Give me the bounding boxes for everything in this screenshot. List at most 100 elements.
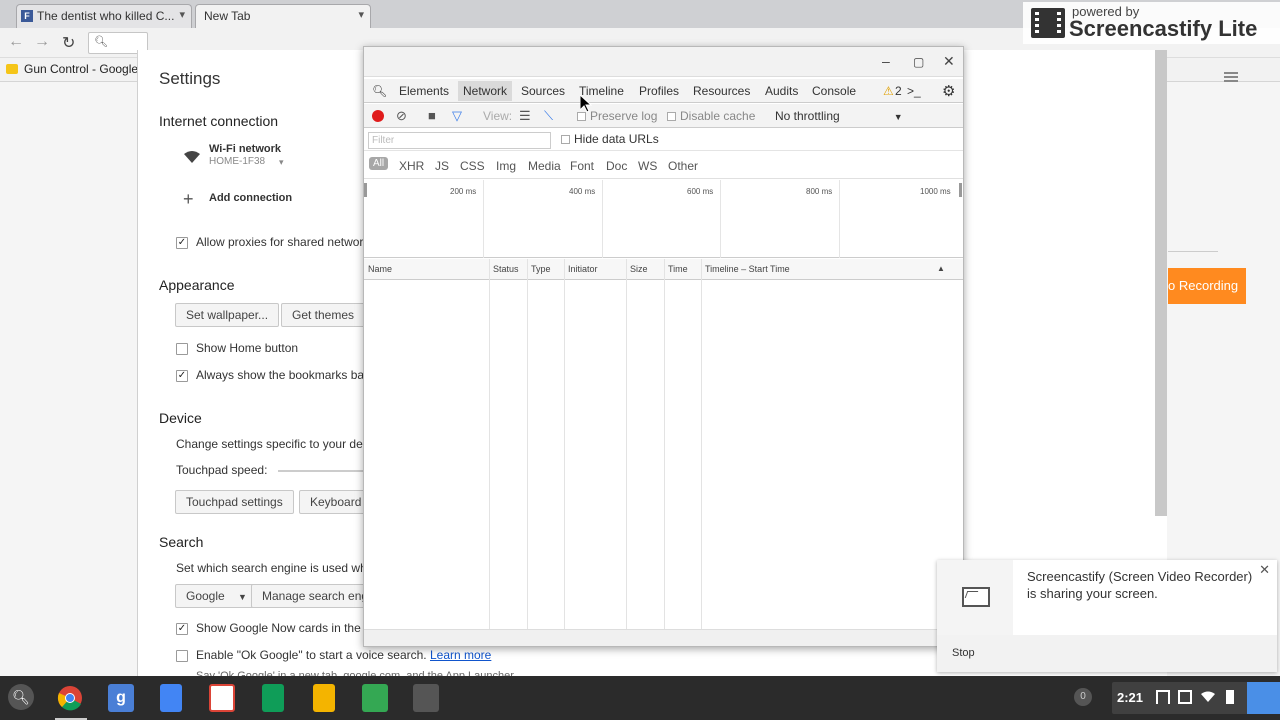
manage-search-engines-button[interactable]: Manage search eng — [251, 584, 380, 608]
add-connection-link[interactable]: Add connection — [209, 192, 292, 204]
column-divider — [701, 259, 702, 629]
large-rows-icon[interactable]: ☰ — [519, 108, 531, 124]
recording-button[interactable]: o Recording — [1168, 268, 1246, 304]
bookmark-item[interactable]: Gun Control - Google — [6, 62, 138, 76]
filter-doc[interactable]: Doc — [606, 159, 627, 173]
overview-tick: 800 ms — [806, 187, 833, 196]
tab-elements[interactable]: Elements — [399, 84, 449, 98]
back-arrow-icon[interactable]: ← — [8, 33, 24, 51]
overview-icon[interactable]: ⟍ — [544, 108, 553, 124]
filter-font[interactable]: Font — [570, 159, 594, 173]
column-status[interactable]: Status — [493, 264, 519, 274]
proxies-label: Allow proxies for shared networ — [196, 235, 364, 249]
network-overview[interactable]: 200 ms 400 ms 600 ms 800 ms 1000 ms — [364, 180, 963, 258]
reload-icon[interactable]: ↻ — [62, 33, 75, 53]
show-home-checkbox[interactable] — [176, 343, 188, 355]
chevron-down-icon: ▼ — [893, 112, 903, 122]
column-divider — [564, 259, 565, 629]
notification-count[interactable]: 0 — [1074, 688, 1092, 706]
warning-count[interactable]: 2 — [895, 84, 902, 98]
plus-icon[interactable]: + — [183, 189, 194, 210]
filter-xhr[interactable]: XHR — [399, 159, 424, 173]
set-wallpaper-button[interactable]: Set wallpaper... — [175, 303, 280, 327]
chrome-icon[interactable] — [57, 684, 83, 712]
google-search-icon[interactable]: g — [108, 684, 134, 712]
sheets-icon[interactable] — [262, 684, 284, 712]
maps-icon[interactable] — [362, 684, 388, 712]
tab-sources[interactable]: Sources — [521, 84, 565, 98]
gear-icon[interactable]: ⚙ — [942, 82, 955, 100]
tab-resources[interactable]: Resources — [693, 84, 750, 98]
tab-network[interactable]: Network — [458, 81, 513, 101]
tab-audits[interactable]: Audits — [765, 84, 798, 98]
keyboard-settings-button[interactable]: Keyboard — [299, 490, 373, 514]
launcher-search-icon[interactable]: 🔍︎ — [8, 684, 34, 710]
overview-right-handle[interactable] — [959, 183, 962, 197]
search-engine-select[interactable]: Google ▼ — [175, 584, 258, 608]
google-now-label: Show Google Now cards in the l — [196, 621, 367, 635]
screencastify-watermark: powered by Screencastify Lite — [1023, 2, 1280, 44]
show-bookmarks-checkbox[interactable]: ✓ — [176, 370, 188, 382]
watermark-product: Screencastify Lite — [1069, 16, 1258, 41]
gmail-icon[interactable] — [209, 684, 235, 712]
column-initiator[interactable]: Initiator — [568, 264, 598, 274]
wifi-icon — [184, 151, 200, 163]
notification-body[interactable]: Screencastify (Screen Video Recorder) is… — [937, 560, 1277, 635]
filter-input[interactable]: Filter — [368, 132, 551, 149]
ok-google-checkbox[interactable] — [176, 650, 188, 662]
network-type[interactable]: Wi-Fi network — [209, 143, 281, 155]
filter-media[interactable]: Media — [528, 159, 561, 173]
network-name[interactable]: HOME-1F38 — [209, 156, 265, 167]
touchpad-settings-button[interactable]: Touchpad settings — [175, 490, 294, 514]
browser-tab[interactable]: F The dentist who killed C... ▾ — [16, 4, 192, 28]
filter-css[interactable]: CSS — [460, 159, 485, 173]
sort-ascending-icon[interactable]: ▲ — [937, 264, 945, 273]
filter-js[interactable]: JS — [435, 159, 449, 173]
get-themes-button[interactable]: Get themes — [281, 303, 366, 327]
column-type[interactable]: Type — [531, 264, 551, 274]
settings-app-icon[interactable] — [413, 684, 439, 712]
filter-ws[interactable]: WS — [638, 159, 657, 173]
maximize-icon[interactable]: ▢ — [913, 55, 924, 69]
filter-other[interactable]: Other — [668, 159, 698, 173]
overview-left-handle[interactable] — [364, 183, 367, 197]
column-size[interactable]: Size — [630, 264, 648, 274]
filter-icon[interactable]: ▽ — [452, 108, 462, 124]
slides-icon[interactable] — [313, 684, 335, 712]
settings-scrollbar[interactable] — [1155, 50, 1167, 516]
console-drawer-icon[interactable]: >_ — [907, 84, 921, 98]
column-name[interactable]: Name — [368, 264, 392, 274]
proxies-checkbox[interactable]: ✓ — [176, 237, 188, 249]
record-icon[interactable] — [372, 110, 384, 122]
status-tray[interactable]: 2:21 — [1112, 682, 1280, 714]
throttling-select[interactable]: No throttling ▼ — [775, 109, 903, 123]
minimize-icon[interactable]: – — [882, 53, 890, 69]
column-time[interactable]: Time — [668, 264, 688, 274]
docs-icon[interactable] — [160, 684, 182, 712]
account-avatar — [1247, 682, 1280, 714]
filter-all[interactable]: All — [369, 157, 389, 170]
devtools-horizontal-scrollbar[interactable] — [364, 629, 963, 646]
chevron-down-icon[interactable]: ▾ — [279, 157, 284, 168]
forward-arrow-icon[interactable]: → — [34, 33, 50, 51]
bookmark-label: Gun Control - Google — [24, 62, 139, 76]
disable-cache-checkbox[interactable]: Disable cache — [667, 109, 755, 123]
column-timeline[interactable]: Timeline – Start Time — [705, 264, 790, 274]
camera-icon[interactable]: ■ — [428, 108, 436, 123]
browser-tab-active[interactable]: New Tab ▾ — [195, 4, 371, 28]
throttling-value: No throttling — [775, 109, 840, 123]
hamburger-menu-icon[interactable] — [1224, 72, 1238, 84]
tab-console[interactable]: Console — [812, 84, 856, 98]
tab-profiles[interactable]: Profiles — [639, 84, 679, 98]
warning-icon[interactable]: ⚠ — [883, 84, 894, 98]
learn-more-link[interactable]: Learn more — [430, 648, 491, 662]
os-shelf: 🔍︎ g 0 2:21 — [0, 676, 1280, 720]
close-icon[interactable]: ✕ — [943, 53, 955, 70]
stop-sharing-button[interactable]: Stop — [952, 647, 975, 659]
close-icon[interactable]: ✕ — [1259, 562, 1270, 578]
inspect-search-icon[interactable]: 🔍︎ — [372, 84, 387, 98]
google-now-checkbox[interactable]: ✓ — [176, 623, 188, 635]
filter-img[interactable]: Img — [496, 159, 516, 173]
clear-icon[interactable]: ⊘ — [396, 108, 407, 124]
hide-data-urls-checkbox[interactable]: Hide data URLs — [561, 132, 659, 146]
